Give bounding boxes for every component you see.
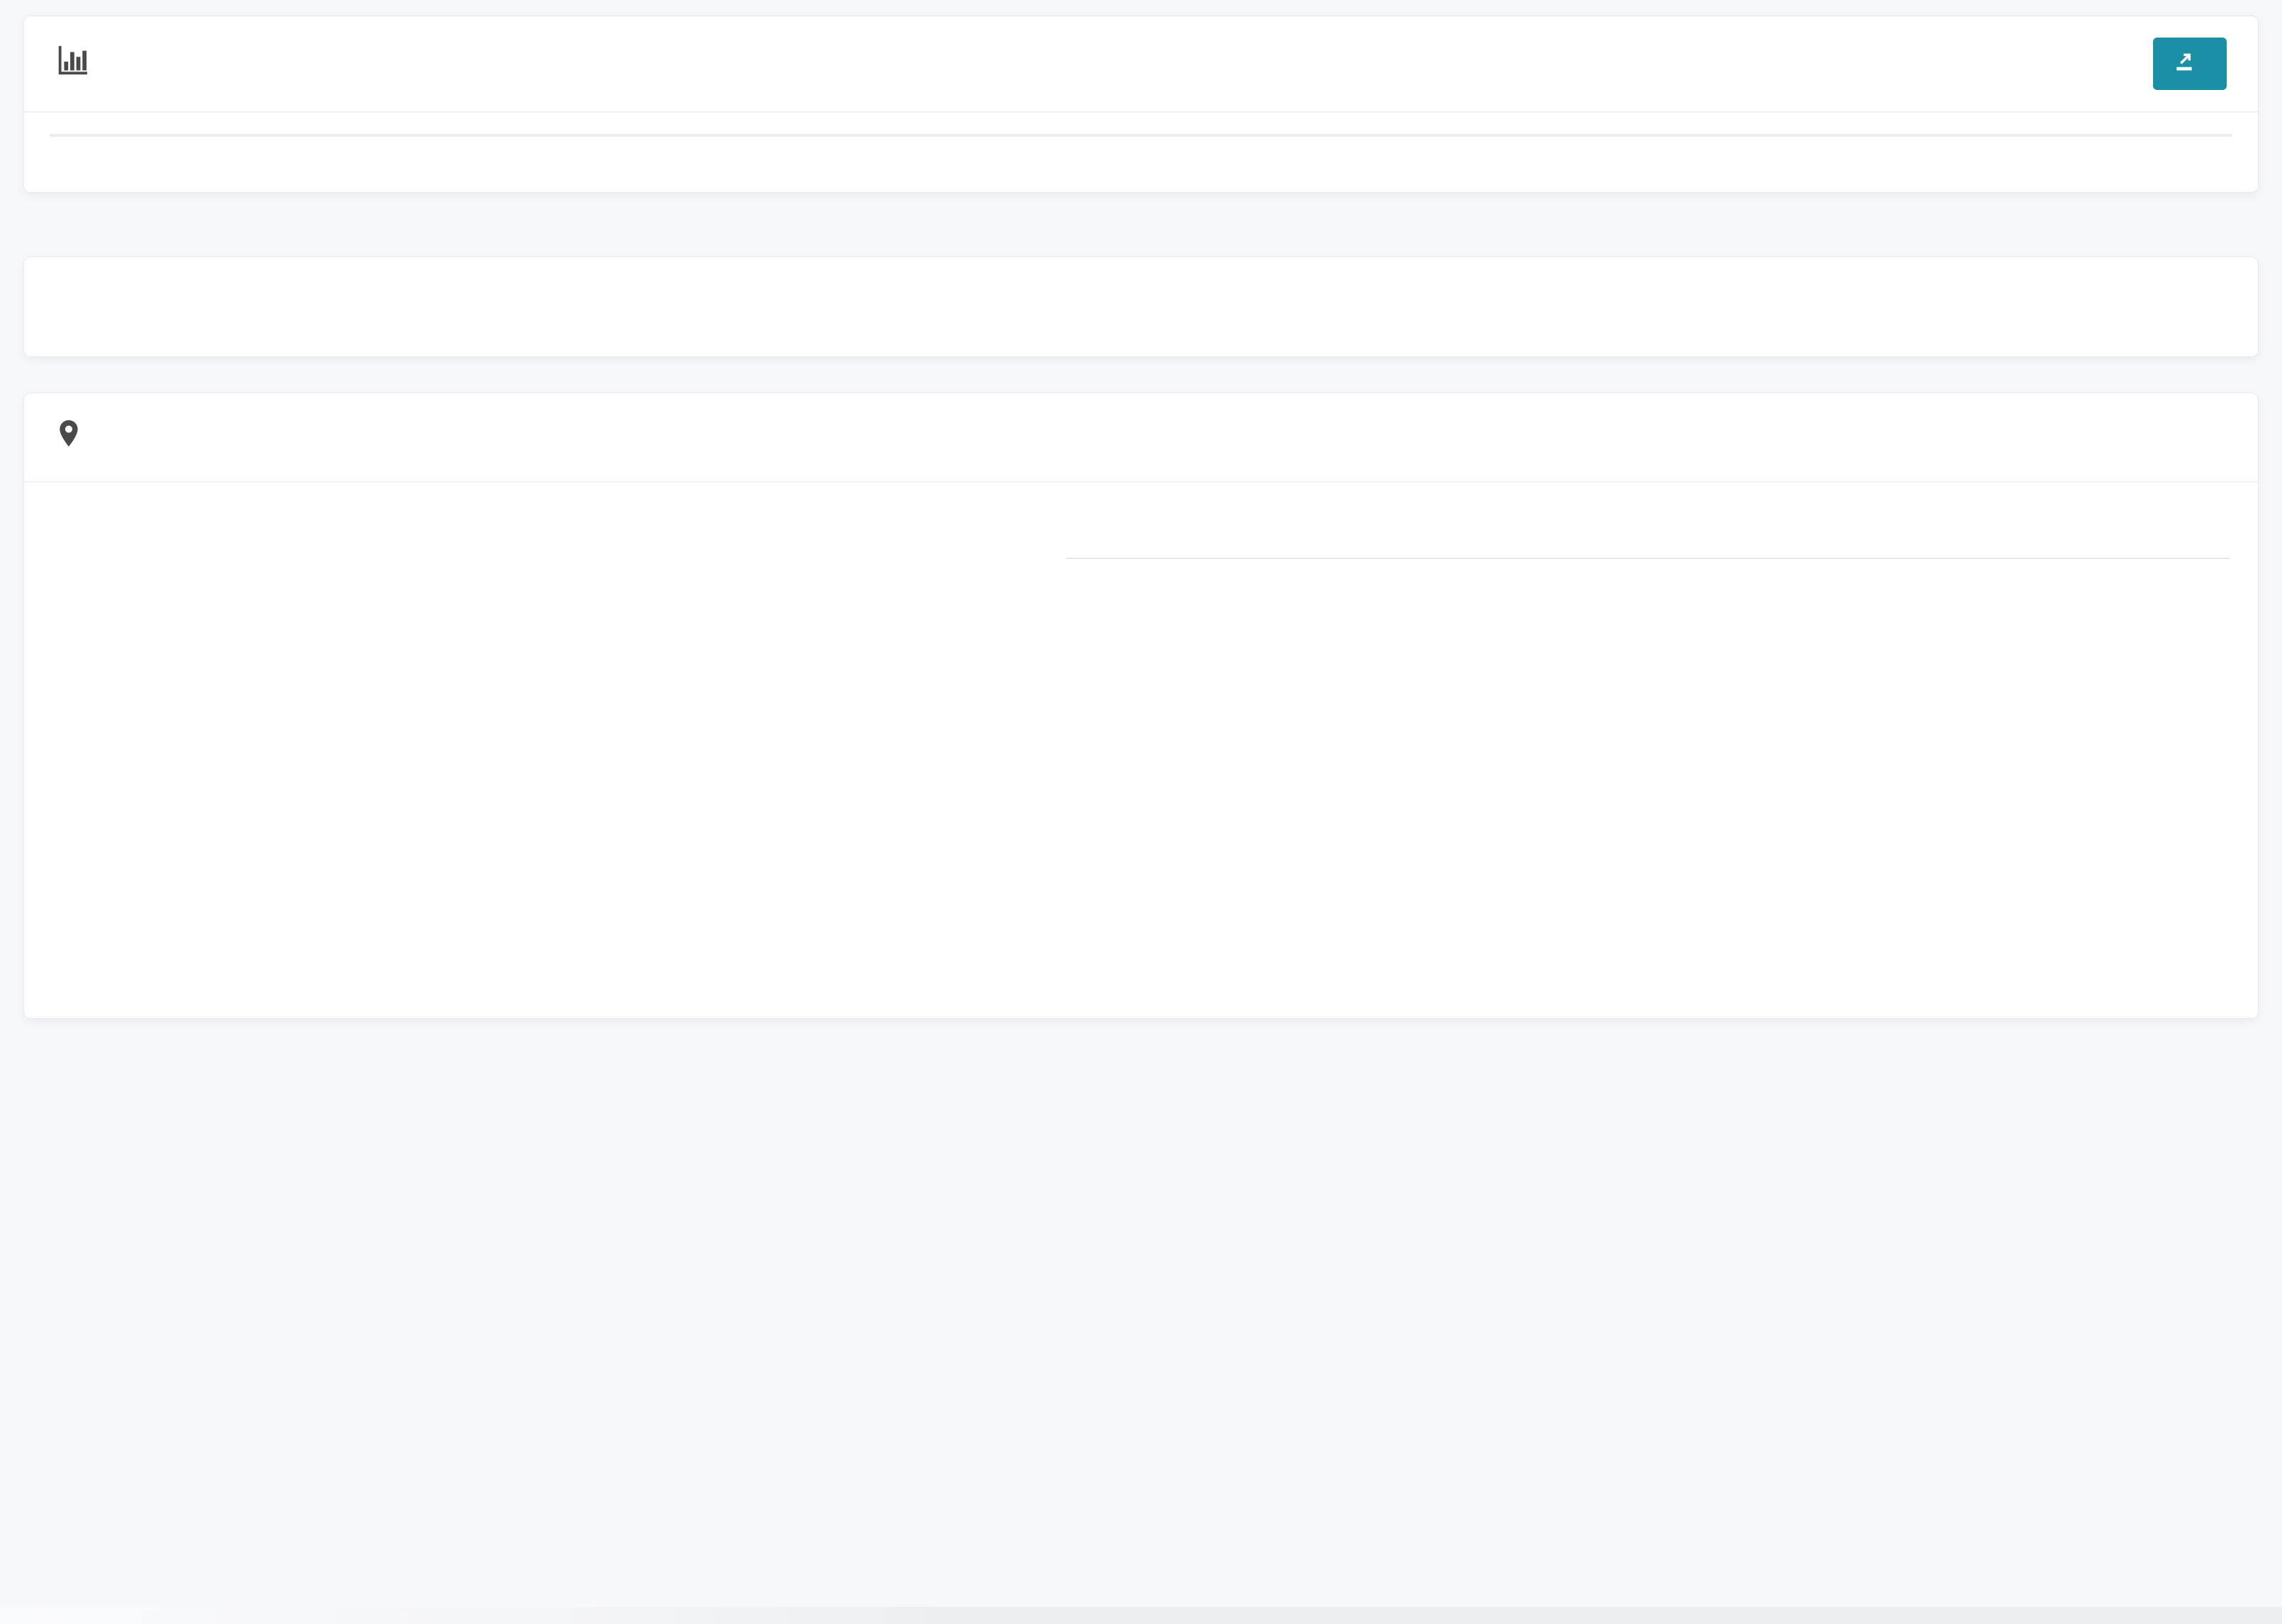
geo-table-header-row	[1066, 494, 2230, 559]
tracking-card-title	[55, 44, 105, 84]
geo-pie-chart[interactable]	[111, 498, 553, 940]
bottom-band	[0, 1607, 2282, 1624]
campaign-geo-opens-card	[23, 393, 2259, 1019]
rates-card	[23, 256, 2259, 357]
table-bottom-fade	[25, 957, 2257, 1017]
geo-pie-wrap	[55, 494, 608, 940]
geo-body	[24, 483, 2258, 940]
bar-chart-icon	[55, 44, 88, 84]
export-icon	[2173, 50, 2196, 78]
map-pin-icon	[55, 419, 82, 456]
geo-card-title	[55, 419, 99, 456]
tracking-card-header	[24, 16, 2258, 113]
stats-strip	[50, 134, 2232, 137]
geo-legend	[608, 494, 1047, 940]
geo-table	[1066, 494, 2230, 940]
geo-card-header	[24, 393, 2258, 483]
tracking-stats-card	[23, 16, 2259, 193]
export-basic-stats-button[interactable]	[2153, 38, 2227, 90]
page	[0, 0, 2282, 1019]
